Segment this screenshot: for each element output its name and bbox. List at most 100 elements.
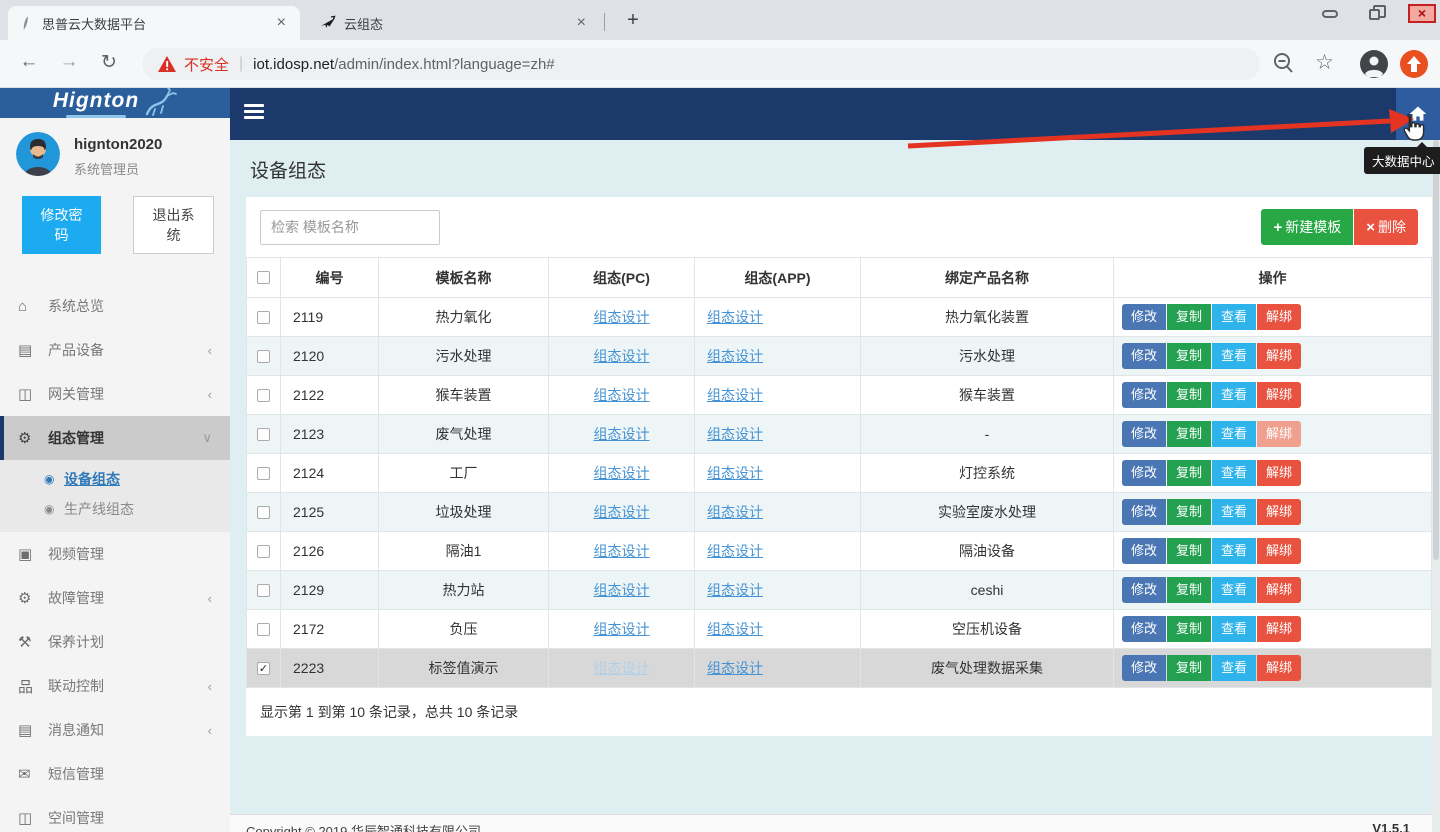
edit-button[interactable]: 修改 (1122, 304, 1166, 330)
app-design-link[interactable]: 组态设计 (707, 582, 763, 598)
pc-design-link[interactable]: 组态设计 (594, 387, 650, 403)
sidebar-item[interactable]: 品联动控制‹ (0, 664, 230, 708)
row-checkbox[interactable] (257, 311, 270, 324)
copy-button[interactable]: 复制 (1167, 538, 1211, 564)
view-button[interactable]: 查看 (1212, 655, 1256, 681)
app-design-link[interactable]: 组态设计 (707, 621, 763, 637)
hamburger-menu-icon[interactable] (244, 104, 264, 122)
tab-spyun[interactable]: 思普云大数据平台 × (8, 6, 300, 40)
unbind-button[interactable]: 解绑 (1257, 460, 1301, 486)
back-button[interactable]: ← (16, 51, 42, 73)
app-design-link[interactable]: 组态设计 (707, 465, 763, 481)
sidebar-item[interactable]: ⌂系统总览 (0, 284, 230, 328)
copy-button[interactable]: 复制 (1167, 577, 1211, 603)
app-design-link[interactable]: 组态设计 (707, 660, 763, 676)
zoom-indicator-icon[interactable] (1272, 50, 1294, 76)
app-design-link[interactable]: 组态设计 (707, 504, 763, 520)
copy-button[interactable]: 复制 (1167, 655, 1211, 681)
app-design-link[interactable]: 组态设计 (707, 348, 763, 364)
sidebar-item[interactable]: ✉短信管理 (0, 752, 230, 796)
new-template-button[interactable]: +新建模板 (1261, 209, 1353, 245)
profile-avatar-icon[interactable] (1360, 50, 1388, 78)
edit-button[interactable]: 修改 (1122, 343, 1166, 369)
unbind-button[interactable]: 解绑 (1257, 616, 1301, 642)
extension-up-icon[interactable] (1400, 50, 1428, 78)
logout-button[interactable]: 退出系统 (133, 196, 214, 254)
row-checkbox[interactable] (257, 623, 270, 636)
security-label[interactable]: 不安全 (184, 54, 229, 75)
sidebar-item[interactable]: ◫网关管理‹ (0, 372, 230, 416)
unbind-button[interactable]: 解绑 (1257, 538, 1301, 564)
unbind-button[interactable]: 解绑 (1257, 304, 1301, 330)
row-checkbox[interactable] (257, 545, 270, 558)
copy-button[interactable]: 复制 (1167, 343, 1211, 369)
pc-design-link[interactable]: 组态设计 (594, 309, 650, 325)
page-scrollbar[interactable] (1432, 140, 1440, 832)
sidebar-item[interactable]: ▣视频管理 (0, 532, 230, 576)
copy-button[interactable]: 复制 (1167, 382, 1211, 408)
edit-button[interactable]: 修改 (1122, 499, 1166, 525)
pc-design-link[interactable]: 组态设计 (594, 348, 650, 364)
delete-button[interactable]: ×删除 (1354, 209, 1418, 245)
row-checkbox[interactable] (257, 506, 270, 519)
copy-button[interactable]: 复制 (1167, 421, 1211, 447)
reload-button[interactable]: ↻ (96, 51, 122, 74)
sidebar-item[interactable]: ⚙故障管理‹ (0, 576, 230, 620)
row-checkbox[interactable] (257, 428, 270, 441)
sidebar-item[interactable]: ◫空间管理 (0, 796, 230, 832)
view-button[interactable]: 查看 (1212, 304, 1256, 330)
tab-close-icon[interactable]: × (273, 14, 290, 32)
app-design-link[interactable]: 组态设计 (707, 426, 763, 442)
row-checkbox[interactable] (257, 584, 270, 597)
row-checkbox[interactable] (257, 467, 270, 480)
pc-design-link[interactable]: 组态设计 (594, 465, 650, 481)
sidebar-subitem[interactable]: ◉生产线组态 (0, 494, 230, 524)
unbind-button[interactable]: 解绑 (1257, 499, 1301, 525)
select-all-checkbox[interactable] (257, 271, 270, 284)
app-design-link[interactable]: 组态设计 (707, 309, 763, 325)
unbind-button[interactable]: 解绑 (1257, 382, 1301, 408)
edit-button[interactable]: 修改 (1122, 460, 1166, 486)
app-design-link[interactable]: 组态设计 (707, 543, 763, 559)
pc-design-link[interactable]: 组态设计 (594, 543, 650, 559)
logo-area[interactable]: Hignton (0, 88, 230, 118)
edit-button[interactable]: 修改 (1122, 382, 1166, 408)
view-button[interactable]: 查看 (1212, 343, 1256, 369)
view-button[interactable]: 查看 (1212, 421, 1256, 447)
view-button[interactable]: 查看 (1212, 577, 1256, 603)
copy-button[interactable]: 复制 (1167, 304, 1211, 330)
copy-button[interactable]: 复制 (1167, 616, 1211, 642)
unbind-button[interactable]: 解绑 (1257, 421, 1301, 447)
view-button[interactable]: 查看 (1212, 499, 1256, 525)
sidebar-item[interactable]: ▤消息通知‹ (0, 708, 230, 752)
edit-button[interactable]: 修改 (1122, 538, 1166, 564)
forward-button[interactable]: → (56, 51, 82, 73)
view-button[interactable]: 查看 (1212, 616, 1256, 642)
new-tab-button[interactable]: + (620, 8, 646, 34)
home-button[interactable] (1396, 88, 1440, 140)
row-checkbox[interactable] (257, 350, 270, 363)
unbind-button[interactable]: 解绑 (1257, 343, 1301, 369)
tab-yunzutai[interactable]: 云组态 × (310, 6, 600, 40)
view-button[interactable]: 查看 (1212, 382, 1256, 408)
view-button[interactable]: 查看 (1212, 460, 1256, 486)
tab-close-icon[interactable]: × (573, 14, 590, 32)
edit-button[interactable]: 修改 (1122, 577, 1166, 603)
pc-design-link[interactable]: 组态设计 (594, 504, 650, 520)
pc-design-link[interactable]: 组态设计 (594, 582, 650, 598)
view-button[interactable]: 查看 (1212, 538, 1256, 564)
copy-button[interactable]: 复制 (1167, 460, 1211, 486)
row-checkbox[interactable] (257, 662, 270, 675)
edit-button[interactable]: 修改 (1122, 421, 1166, 447)
edit-button[interactable]: 修改 (1122, 616, 1166, 642)
search-input[interactable] (260, 210, 440, 245)
scrollbar-thumb[interactable] (1433, 140, 1439, 560)
restore-button[interactable] (1352, 1, 1396, 27)
sidebar-item[interactable]: ▤产品设备‹ (0, 328, 230, 372)
minimize-button[interactable] (1308, 1, 1352, 27)
sidebar-item[interactable]: ⚒保养计划 (0, 620, 230, 664)
row-checkbox[interactable] (257, 389, 270, 402)
bookmark-star-icon[interactable]: ☆ (1315, 50, 1334, 75)
pc-design-link[interactable]: 组态设计 (594, 426, 650, 442)
change-password-button[interactable]: 修改密码 (22, 196, 101, 254)
